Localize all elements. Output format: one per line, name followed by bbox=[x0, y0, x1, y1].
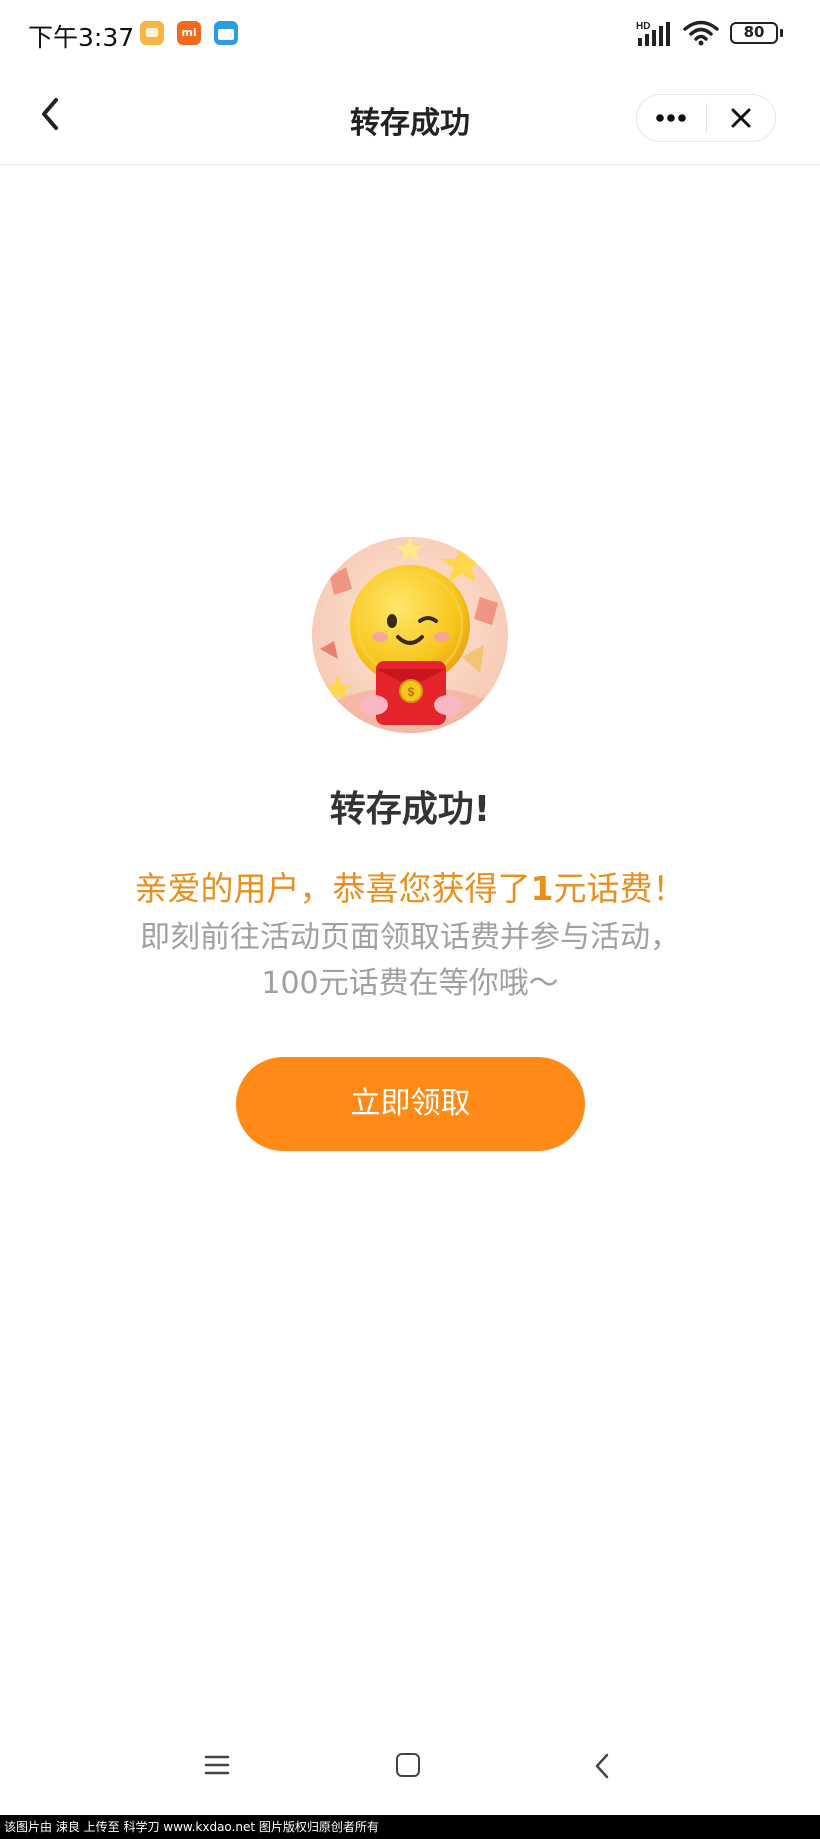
signal-hd-label: HD bbox=[636, 21, 650, 32]
back-arrow-icon bbox=[595, 1753, 609, 1779]
success-title: 转存成功! bbox=[329, 789, 491, 830]
message-app-icon bbox=[140, 21, 164, 45]
coin-mascot-illustration: $ bbox=[312, 537, 508, 733]
watermark-footer: 该图片由 涑良 上传至 科学刀 www.kxdao.net 图片版权归原创者所有 bbox=[0, 1815, 820, 1839]
wifi-icon bbox=[683, 20, 719, 46]
more-button[interactable] bbox=[637, 95, 707, 141]
status-bar: 下午3:37 mi HD 80 bbox=[0, 0, 820, 68]
svg-text:$: $ bbox=[408, 685, 415, 699]
claim-now-button[interactable]: 立即领取 bbox=[236, 1057, 585, 1151]
close-button[interactable] bbox=[707, 95, 775, 141]
promo-suffix: 元话费！ bbox=[553, 869, 686, 908]
menu-icon bbox=[204, 1755, 230, 1775]
status-time: 下午3:37 bbox=[28, 23, 135, 52]
mi-app-icon: mi bbox=[177, 21, 201, 45]
mini-program-capsule bbox=[636, 94, 776, 142]
signal-icon: HD bbox=[636, 21, 670, 46]
more-dots-icon bbox=[656, 114, 686, 122]
navigation-bar: 转存成功 bbox=[0, 68, 820, 165]
battery-indicator: 80 bbox=[730, 22, 783, 44]
calendar-app-icon bbox=[214, 21, 238, 45]
system-home-button[interactable] bbox=[396, 1753, 420, 1777]
system-back-button[interactable] bbox=[592, 1752, 612, 1780]
promo-prefix: 亲爱的用户，恭喜您获得了 bbox=[134, 869, 531, 908]
close-icon bbox=[731, 108, 751, 128]
system-menu-button[interactable] bbox=[204, 1754, 230, 1776]
description-line-2: 100元话费在等你哦～ bbox=[261, 966, 559, 1001]
promo-amount: 1 bbox=[530, 869, 554, 908]
promo-message: 亲爱的用户，恭喜您获得了1元话费！ bbox=[0, 862, 820, 910]
description-line-1: 即刻前往活动页面领取话费并参与活动， bbox=[140, 920, 680, 955]
